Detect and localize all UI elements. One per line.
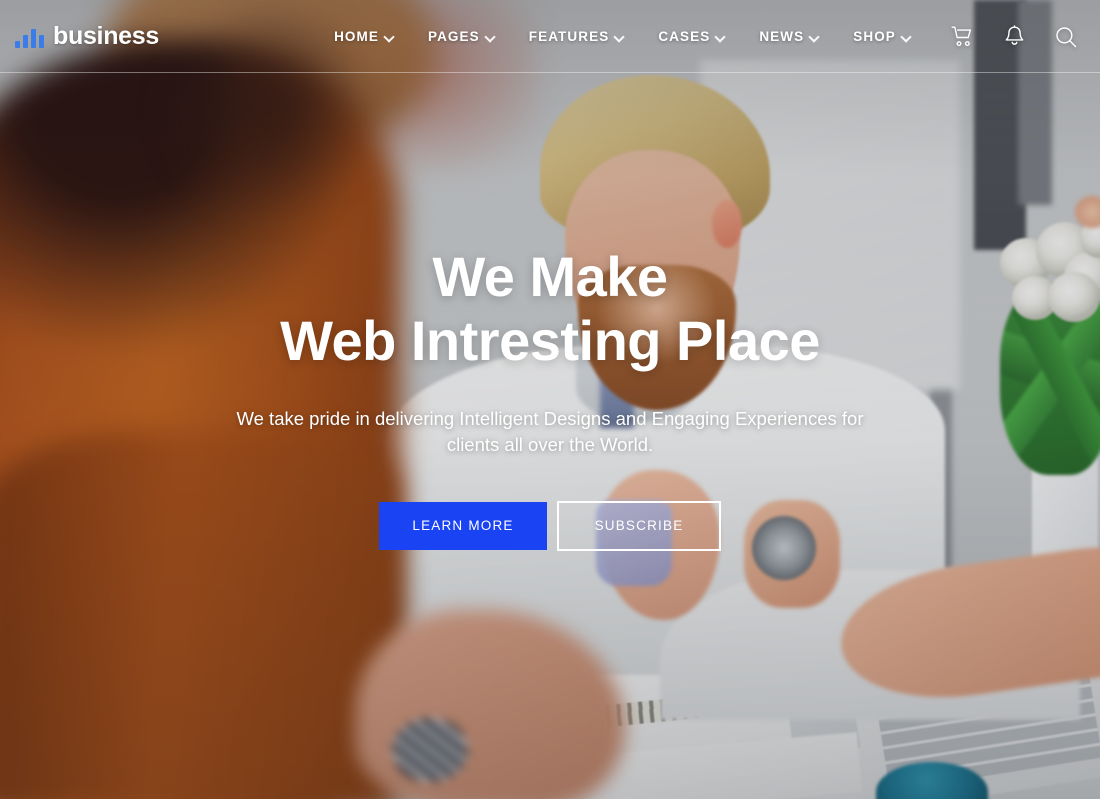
- chevron-down-icon: [385, 32, 394, 41]
- shopping-cart-icon[interactable]: [950, 24, 974, 50]
- header-divider: [0, 72, 1100, 73]
- chevron-down-icon: [810, 32, 819, 41]
- header-actions: [950, 24, 1078, 50]
- search-icon[interactable]: [1054, 24, 1078, 50]
- main-navigation: HOME PAGES FEATURES CASES NEWS SHOP: [295, 29, 950, 44]
- nav-item-news[interactable]: NEWS: [742, 29, 836, 44]
- hero-title-line-1: We Make: [432, 245, 668, 308]
- logo-bar-2: [23, 34, 28, 48]
- nav-item-pages[interactable]: PAGES: [411, 29, 512, 44]
- site-header: business HOME PAGES FEATURES CASES NEWS SHOP: [0, 0, 1100, 73]
- nav-item-home[interactable]: HOME: [317, 29, 411, 44]
- learn-more-button[interactable]: LEARN MORE: [379, 501, 547, 550]
- hero-button-group: LEARN MORE SUBSCRIBE: [379, 500, 721, 551]
- nav-item-label: CASES: [658, 29, 711, 44]
- logo-bar-3: [31, 28, 36, 48]
- hero-subtitle: We take pride in delivering Intelligent …: [236, 407, 864, 456]
- logo-bar-1: [15, 40, 20, 48]
- nav-item-shop[interactable]: SHOP: [836, 29, 928, 44]
- nav-item-label: HOME: [334, 29, 379, 44]
- nav-item-features[interactable]: FEATURES: [512, 29, 642, 44]
- nav-item-label: PAGES: [427, 29, 480, 44]
- nav-item-cases[interactable]: CASES: [641, 29, 742, 44]
- nav-item-label: FEATURES: [528, 29, 610, 44]
- hero-title-line-2: Web Intresting Place: [280, 308, 820, 372]
- hero-section: We Make Web Intresting Place We take pri…: [0, 73, 1100, 799]
- page-stage: business HOME PAGES FEATURES CASES NEWS SHOP: [0, 0, 1100, 799]
- chevron-down-icon: [615, 32, 624, 41]
- chevron-down-icon: [486, 32, 495, 41]
- chevron-down-icon: [902, 32, 911, 41]
- brand-logo[interactable]: business: [15, 22, 245, 51]
- page-title: We Make Web Intresting Place: [280, 245, 820, 373]
- nav-item-label: NEWS: [759, 29, 805, 44]
- chevron-down-icon: [716, 32, 725, 41]
- nav-item-label: SHOP: [853, 29, 896, 44]
- bar-chart-icon: [15, 26, 44, 48]
- brand-name: business: [53, 22, 159, 50]
- logo-bar-4: [39, 34, 44, 48]
- subscribe-button[interactable]: SUBSCRIBE: [557, 500, 721, 551]
- bell-icon[interactable]: [1002, 24, 1026, 50]
